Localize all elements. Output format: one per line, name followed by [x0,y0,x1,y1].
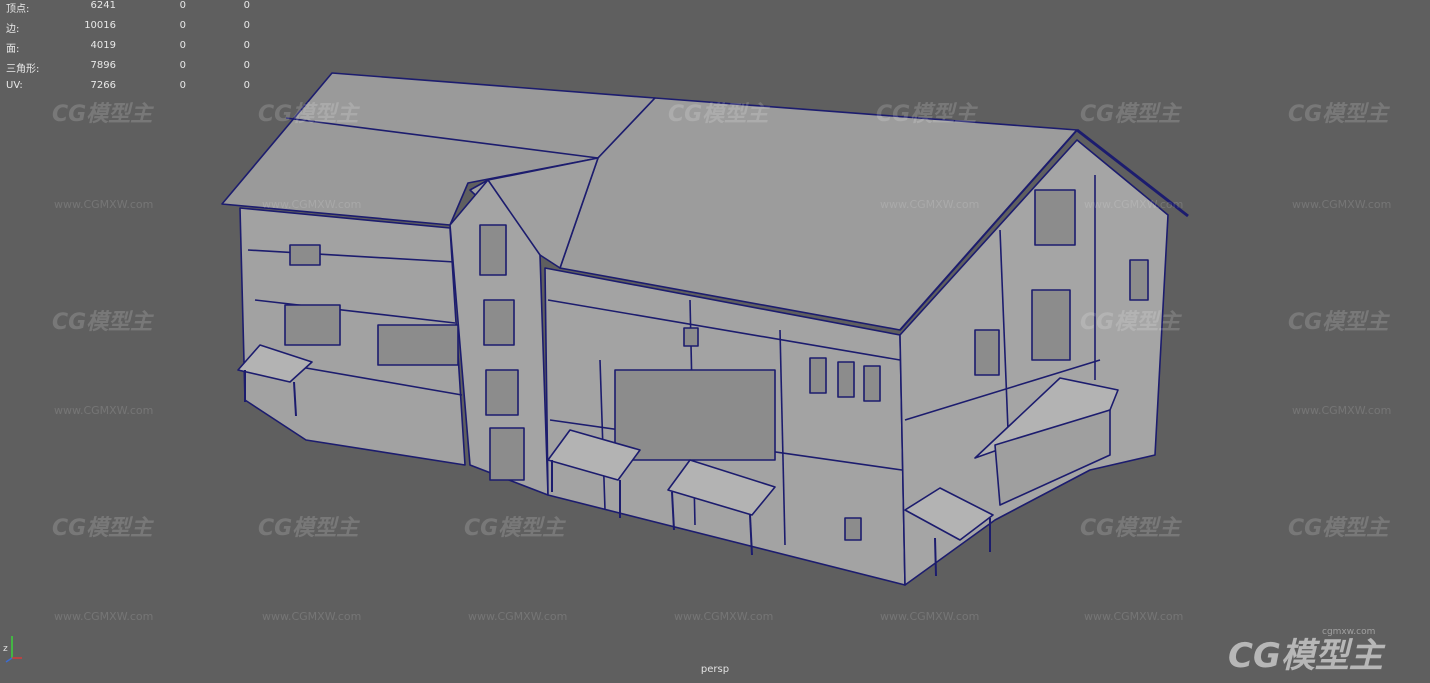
hud-label: 面: [6,44,20,55]
hud-row-edges: 边: 10016 0 0 [0,20,270,35]
watermark-url: www.CGMXW.com [1084,610,1184,623]
watermark-url: www.CGMXW.com [880,198,980,211]
hud-value: 10016 [84,20,116,31]
hud-label: 三角形: [6,64,40,75]
hud-value: 0 [179,60,186,71]
watermark-logo: CG模型主 [258,516,359,541]
watermark-url: www.CGMXW.com [1292,198,1392,211]
hud-value: 0 [243,60,250,71]
watermark-logo: CG模型主 [1080,516,1181,541]
watermark-logo: CG模型主 [52,516,153,541]
watermark-logo: CG模型主 [1080,310,1181,335]
watermark-logo: CG模型主 [258,102,359,127]
hud-value: 4019 [90,40,116,51]
watermark-logo: CG模型主 [1080,102,1181,127]
watermark-url: www.CGMXW.com [468,610,568,623]
hud-value: 6241 [90,0,116,11]
axis-label: z [3,644,8,654]
hud-value: 7266 [90,80,116,91]
watermark-logo: CG模型主 [464,516,565,541]
hud-label: UV: [6,80,23,91]
corner-watermark-url: cgmxw.com [1322,627,1376,637]
watermark-logo: CG模型主 [668,102,769,127]
hud-value: 0 [179,80,186,91]
watermark-url: www.CGMXW.com [262,610,362,623]
watermark-url: www.CGMXW.com [1084,198,1184,211]
hud-value: 0 [243,20,250,31]
hud-label: 边: [6,24,20,35]
hud-value: 0 [179,40,186,51]
watermark-url: www.CGMXW.com [674,610,774,623]
hud-row-faces: 面: 4019 0 0 [0,40,270,55]
hud-label: 顶点: [6,4,30,15]
hud-row-vertices: 顶点: 6241 0 0 [0,0,270,15]
watermark-url: www.CGMXW.com [54,198,154,211]
hud-value: 7896 [90,60,116,71]
watermark-logo: CG模型主 [1288,310,1389,335]
hud-value: 0 [243,0,250,11]
hud-value: 0 [179,20,186,31]
watermark-logo: CG模型主 [1288,102,1389,127]
hud-row-uv: UV: 7266 0 0 [0,80,270,94]
hud-value: 0 [243,80,250,91]
watermark-url: www.CGMXW.com [262,198,362,211]
watermark-url: www.CGMXW.com [1292,404,1392,417]
hud-row-triangles: 三角形: 7896 0 0 [0,60,270,75]
watermark-url: www.CGMXW.com [54,404,154,417]
watermark-logo: CG模型主 [52,310,153,335]
watermark-logo: CG模型主 [52,102,153,127]
hud-value: 0 [243,40,250,51]
watermark-logo: CG模型主 [876,102,977,127]
camera-label: persp [700,664,730,675]
hud-value: 0 [179,0,186,11]
watermark-logo: CG模型主 [1288,516,1389,541]
axis-gizmo-icon: z [2,628,26,664]
watermark-url: www.CGMXW.com [54,610,154,623]
watermark-url: www.CGMXW.com [880,610,980,623]
